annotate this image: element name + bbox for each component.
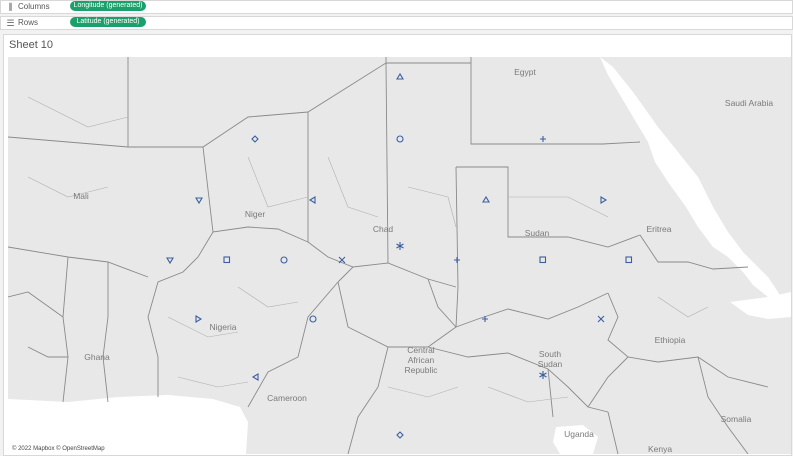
marker-triangle-right[interactable] <box>195 315 203 323</box>
marker-triangle-right[interactable] <box>600 196 608 204</box>
marker-square[interactable] <box>539 256 547 264</box>
rows-shelf[interactable]: ☰ Rows Latitude (generated) <box>0 16 793 30</box>
columns-shelf[interactable]: ⫼ Columns Longitude (generated) <box>0 0 793 14</box>
marker-circle[interactable] <box>396 135 404 143</box>
marker-plus[interactable] <box>482 316 488 322</box>
marker-plus[interactable] <box>540 136 546 142</box>
marker-diamond[interactable] <box>251 135 259 143</box>
marker-cross[interactable] <box>597 315 605 323</box>
marker-triangle-up[interactable] <box>396 72 404 80</box>
marker-asterisk[interactable] <box>396 242 404 250</box>
sheet-title: Sheet 10 <box>9 39 54 51</box>
marker-cross[interactable] <box>338 256 346 264</box>
marker-triangle-left[interactable] <box>308 196 316 204</box>
marker-layer <box>166 72 633 439</box>
marker-asterisk[interactable] <box>539 371 547 379</box>
marker-circle[interactable] <box>280 256 288 264</box>
marker-circle[interactable] <box>309 315 317 323</box>
columns-icon: ⫼ <box>8 2 13 12</box>
longitude-pill[interactable]: Longitude (generated) <box>70 1 146 11</box>
map-view[interactable]: Egypt Saudi Arabia Mali Niger Chad Sudan… <box>8 57 791 454</box>
columns-shelf-label: Columns <box>18 2 50 11</box>
rows-icon: ☰ <box>6 18 15 28</box>
marker-square[interactable] <box>223 256 231 264</box>
latitude-pill[interactable]: Latitude (generated) <box>70 17 146 27</box>
marker-triangle-up[interactable] <box>482 195 490 203</box>
marker-triangle-down[interactable] <box>195 197 203 205</box>
marker-diamond[interactable] <box>396 431 404 439</box>
marker-triangle-left[interactable] <box>251 373 259 381</box>
map-attribution[interactable]: © 2022 Mapbox © OpenStreetMap <box>12 446 105 452</box>
worksheet: Sheet 10 Egypt Saudi Arabia Mali Niger C… <box>3 34 792 456</box>
marker-triangle-down[interactable] <box>166 257 174 265</box>
marker-plus[interactable] <box>454 257 460 263</box>
marker-square[interactable] <box>625 256 633 264</box>
rows-shelf-label: Rows <box>18 18 39 27</box>
